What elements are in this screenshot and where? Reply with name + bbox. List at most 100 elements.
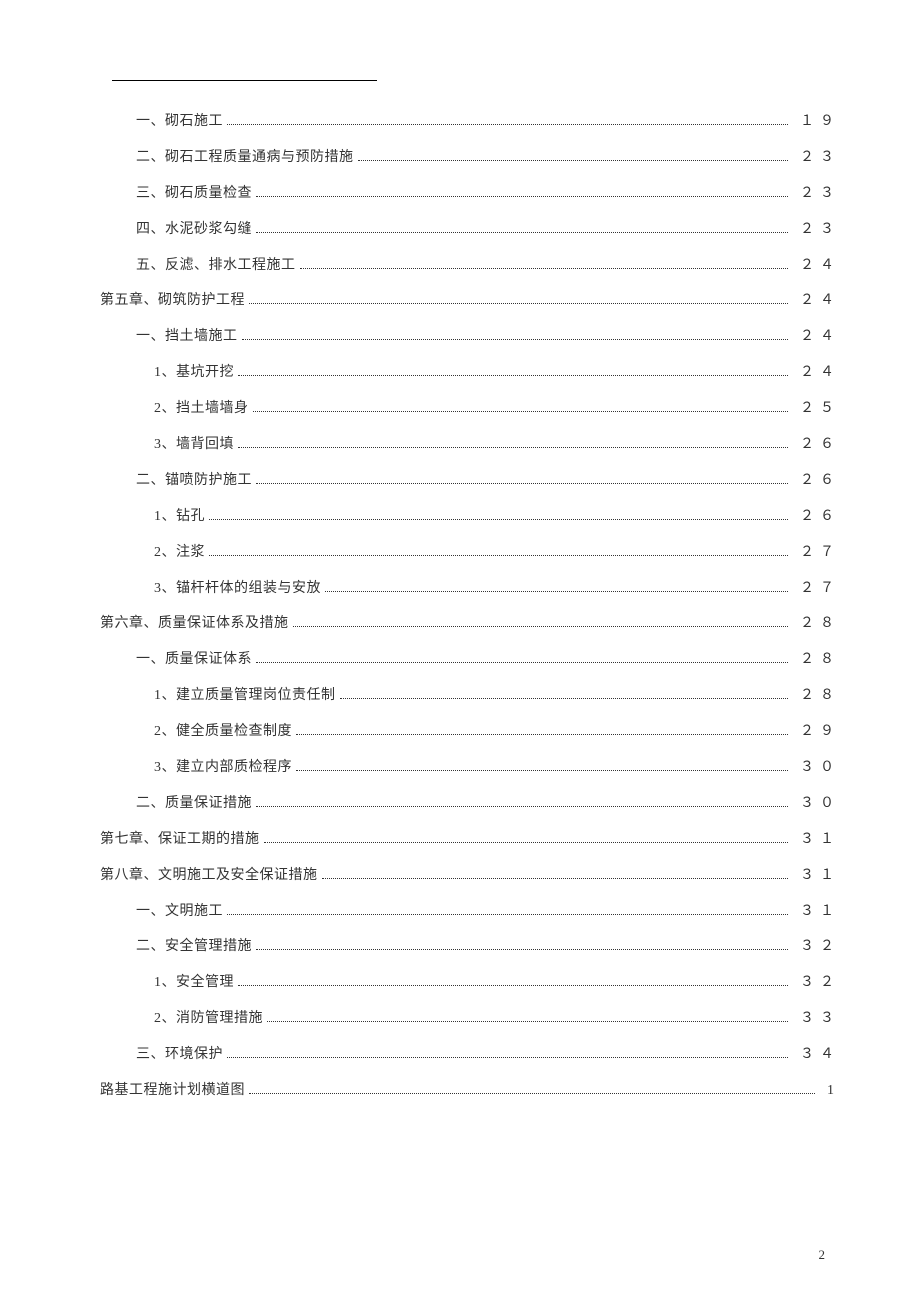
toc-dots: [209, 519, 788, 520]
toc-entry: 五、反滤、排水工程施工 ２４: [100, 255, 840, 277]
toc-page-number: ３２: [792, 972, 840, 994]
toc-page-number: ２３: [792, 183, 840, 205]
toc-dots: [256, 483, 788, 484]
toc-dots: [300, 268, 789, 269]
toc-entry: 第五章、砌筑防护工程 ２４: [100, 290, 840, 312]
toc-page-number: ３０: [792, 793, 840, 815]
toc-dots: [253, 411, 789, 412]
toc-title: 一、质量保证体系: [136, 649, 252, 671]
toc-title: 1、建立质量管理岗位责任制: [154, 685, 336, 707]
toc-entry: 3、锚杆杆体的组装与安放 ２７: [100, 578, 840, 600]
toc-page-number: ２８: [792, 685, 840, 707]
toc-page-number: ２６: [792, 434, 840, 456]
header-underline: [112, 80, 377, 81]
toc-page-number: ２６: [792, 470, 840, 492]
toc-dots: [267, 1021, 788, 1022]
toc-dots: [256, 949, 788, 950]
toc-page-number: ３２: [792, 936, 840, 958]
toc-dots: [264, 842, 789, 843]
toc-title: 二、质量保证措施: [136, 793, 252, 815]
toc-dots: [238, 375, 788, 376]
toc-dots: [256, 662, 788, 663]
toc-dots: [227, 914, 788, 915]
toc-entry: 第八章、文明施工及安全保证措施 ３１: [100, 865, 840, 887]
toc-title: 3、墙背回填: [154, 434, 234, 456]
toc-entry: 3、建立内部质检程序３０: [100, 757, 840, 779]
toc-dots: [242, 339, 789, 340]
toc-dots: [256, 232, 788, 233]
toc-entry: 一、文明施工３１: [100, 901, 840, 923]
toc-dots: [256, 196, 788, 197]
toc-entry: 一、砌石施工 １９: [100, 111, 840, 133]
toc-entry: 四、水泥砂浆勾缝 ２３: [100, 219, 840, 241]
toc-title: 一、砌石施工: [136, 111, 223, 133]
toc-page-number: ２８: [792, 613, 840, 635]
toc-entry: 路基工程施计划横道图 1: [100, 1080, 840, 1102]
toc-entry: 1、钻孔 ２６: [100, 506, 840, 528]
table-of-contents: 一、砌石施工１９二、砌石工程质量通病与预防措施２３三、砌石质量检查２３四、水泥砂…: [100, 111, 840, 1102]
page-number: 2: [819, 1247, 826, 1263]
toc-entry: 三、环境保护３４: [100, 1044, 840, 1066]
toc-dots: [249, 303, 788, 304]
toc-entry: 2、消防管理措施 ３３: [100, 1008, 840, 1030]
toc-page-number: ２７: [792, 578, 840, 600]
page-content: 一、砌石施工１９二、砌石工程质量通病与预防措施２３三、砌石质量检查２３四、水泥砂…: [0, 0, 920, 1156]
toc-title: 1、基坑开挖: [154, 362, 234, 384]
toc-title: 五、反滤、排水工程施工: [136, 255, 296, 277]
toc-title: 第六章、质量保证体系及措施: [100, 613, 289, 635]
toc-entry: 二、安全管理措施 ３２: [100, 936, 840, 958]
toc-page-number: ３４: [792, 1044, 840, 1066]
toc-dots: [209, 555, 788, 556]
toc-entry: 1、安全管理 ３２: [100, 972, 840, 994]
toc-page-number: ２６: [792, 506, 840, 528]
toc-dots: [238, 447, 788, 448]
toc-page-number: 1: [819, 1080, 840, 1102]
toc-entry: 1、建立质量管理岗位责任制 ２８: [100, 685, 840, 707]
toc-entry: 2、注浆 ２７: [100, 542, 840, 564]
toc-dots: [238, 985, 788, 986]
toc-dots: [296, 734, 788, 735]
toc-title: 第五章、砌筑防护工程: [100, 290, 245, 312]
toc-page-number: ２７: [792, 542, 840, 564]
toc-dots: [358, 160, 789, 161]
toc-title: 2、注浆: [154, 542, 205, 564]
toc-page-number: ３１: [792, 865, 840, 887]
toc-entry: 3、墙背回填 ２６: [100, 434, 840, 456]
toc-title: 一、挡土墙施工: [136, 326, 238, 348]
toc-title: 四、水泥砂浆勾缝: [136, 219, 252, 241]
toc-title: 一、文明施工: [136, 901, 223, 923]
toc-entry: 一、挡土墙施工 ２４: [100, 326, 840, 348]
toc-entry: 2、挡土墙墙身２５: [100, 398, 840, 420]
toc-title: 3、建立内部质检程序: [154, 757, 292, 779]
toc-title: 2、消防管理措施: [154, 1008, 263, 1030]
toc-dots: [325, 591, 788, 592]
toc-entry: 一、质量保证体系２８: [100, 649, 840, 671]
toc-page-number: ２４: [792, 326, 840, 348]
toc-page-number: ２４: [792, 290, 840, 312]
toc-title: 二、安全管理措施: [136, 936, 252, 958]
toc-page-number: ２３: [792, 147, 840, 169]
toc-dots: [227, 1057, 788, 1058]
toc-title: 第八章、文明施工及安全保证措施: [100, 865, 318, 887]
toc-page-number: ２５: [792, 398, 840, 420]
toc-title: 路基工程施计划横道图: [100, 1080, 245, 1102]
toc-dots: [249, 1093, 815, 1094]
toc-dots: [293, 626, 789, 627]
toc-page-number: ２４: [792, 255, 840, 277]
toc-page-number: ２９: [792, 721, 840, 743]
toc-title: 二、砌石工程质量通病与预防措施: [136, 147, 354, 169]
toc-dots: [322, 878, 789, 879]
toc-title: 1、安全管理: [154, 972, 234, 994]
toc-page-number: ３１: [792, 829, 840, 851]
toc-page-number: １９: [792, 111, 840, 133]
toc-page-number: ２３: [792, 219, 840, 241]
toc-entry: 二、锚喷防护施工 ２６: [100, 470, 840, 492]
toc-title: 二、锚喷防护施工: [136, 470, 252, 492]
toc-dots: [340, 698, 789, 699]
toc-page-number: ２４: [792, 362, 840, 384]
toc-entry: 2、健全质量检查制度２９: [100, 721, 840, 743]
toc-entry: 二、砌石工程质量通病与预防措施 ２３: [100, 147, 840, 169]
toc-page-number: ３３: [792, 1008, 840, 1030]
toc-title: 1、钻孔: [154, 506, 205, 528]
toc-title: 3、锚杆杆体的组装与安放: [154, 578, 321, 600]
